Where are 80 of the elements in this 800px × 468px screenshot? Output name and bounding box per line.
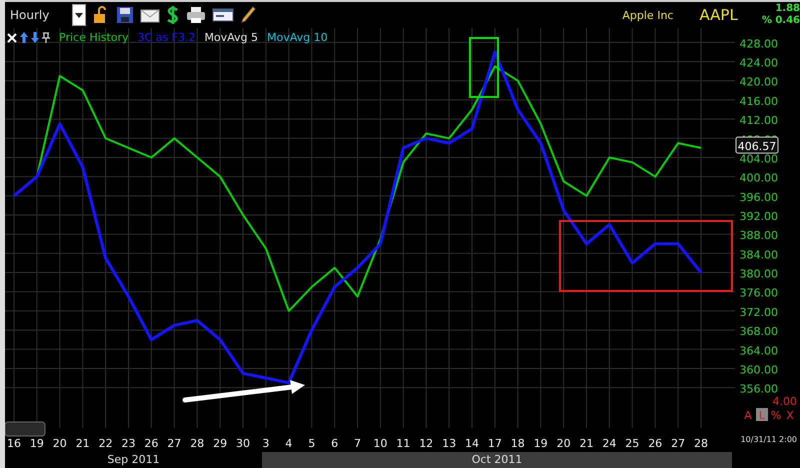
date-label: 11 [396, 437, 410, 450]
envelope-icon[interactable] [140, 7, 160, 23]
date-label: 20 [52, 437, 67, 450]
price-axis-label: 368.00 [740, 325, 778, 338]
date-label: 13 [442, 437, 456, 450]
price-axis-label: 380.00 [740, 268, 778, 281]
instrument-name: Apple Inc [622, 8, 674, 22]
date-label: 6 [331, 437, 338, 450]
legend-label: MovAvg 5 [204, 31, 258, 44]
scale-button[interactable]: % [770, 409, 782, 422]
date-label: 10 [373, 437, 388, 450]
date-label: 20 [556, 437, 571, 450]
pin-icon[interactable] [42, 32, 50, 43]
date-label: 12 [419, 437, 434, 450]
id-card-icon[interactable] [212, 7, 234, 23]
date-label: 26 [144, 437, 158, 450]
date-label: 29 [213, 437, 228, 450]
date-label: 26 [648, 437, 662, 450]
price-axis-label: 376.00 [740, 286, 778, 300]
price-axis-label: 424.00 [740, 56, 778, 70]
date-label: 22 [98, 437, 113, 450]
date-label: 23 [122, 437, 136, 450]
printer-icon[interactable] [186, 6, 206, 24]
price-axis-label: 364.00 [740, 344, 778, 358]
date-label: 16 [7, 437, 21, 450]
date-label: 17 [488, 437, 502, 450]
date-label: 30 [236, 437, 250, 450]
scale-button[interactable]: X [786, 409, 794, 422]
legend-label: 3C as F3.2 [137, 31, 196, 44]
instrument-symbol: AAPL [699, 6, 738, 24]
price-axis-label: 400.00 [740, 172, 778, 185]
date-label: 27 [671, 437, 686, 450]
date-label: 19 [30, 437, 44, 450]
price-axis-label: 416.00 [740, 94, 778, 108]
month-tab[interactable]: Sep 2011 [5, 452, 262, 468]
legend-label: MovAvg 10 [267, 31, 328, 44]
interval-value: Hourly [10, 8, 50, 22]
last-price-tag: 406.57 [736, 136, 778, 154]
scale-button[interactable]: A [744, 409, 752, 422]
date-label: 28 [694, 437, 708, 450]
timestamp: 10/31/11 2:00 [740, 435, 797, 444]
save-icon[interactable] [116, 6, 134, 24]
date-label: 24 [602, 437, 616, 450]
date-label: 21 [580, 437, 594, 450]
month-tab[interactable]: Oct 2011 [262, 452, 732, 468]
caret-icon [75, 12, 83, 18]
up-arrow-icon[interactable] [20, 32, 28, 43]
dropdown-button[interactable] [72, 4, 86, 26]
down-arrow-icon[interactable] [31, 32, 39, 43]
price-axis-label: 356.00 [740, 382, 778, 396]
price-axis-label: 388.00 [740, 229, 778, 242]
legend-label: Price History [59, 31, 128, 44]
price-change: 1.88 [775, 3, 800, 15]
scrollbar-thumb[interactable] [5, 422, 46, 436]
price-axis-label: 420.00 [740, 76, 778, 89]
date-label: 18 [510, 437, 525, 450]
price-axis-label: 372.00 [740, 306, 778, 319]
price-axis-label: 384.00 [740, 248, 778, 262]
pencil-icon[interactable] [240, 6, 256, 24]
price-axis-label: 396.00 [740, 190, 778, 204]
date-label: 28 [190, 437, 204, 450]
date-label: 3 [262, 437, 270, 450]
date-label: 4 [285, 437, 292, 450]
close-icon[interactable] [7, 32, 17, 42]
date-label: 21 [76, 437, 90, 450]
dollar-icon[interactable] [166, 5, 180, 25]
date-label: 14 [465, 437, 479, 450]
price-axis-label: 404.00 [740, 152, 778, 166]
price-axis-label: 428.00 [740, 37, 778, 50]
date-label: 25 [625, 437, 640, 450]
price-axis-label: 392.00 [740, 210, 778, 223]
date-label: 19 [534, 437, 548, 450]
scale-value: 4.00 [772, 395, 797, 408]
price-axis-label: 360.00 [740, 363, 778, 376]
highlight-frame [469, 37, 499, 98]
date-label: 5 [308, 437, 316, 450]
date-label: 27 [167, 437, 182, 450]
percent-change: % 0.46 [762, 15, 800, 27]
price-axis-label: 412.00 [740, 114, 778, 128]
date-label: 7 [354, 437, 361, 450]
